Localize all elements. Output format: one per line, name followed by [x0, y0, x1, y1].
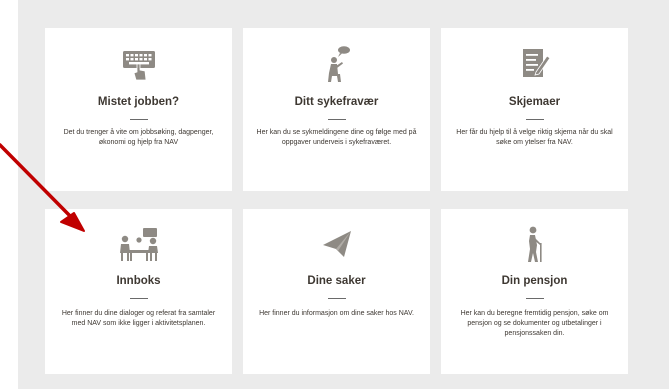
- annotation-arrow: [0, 143, 85, 232]
